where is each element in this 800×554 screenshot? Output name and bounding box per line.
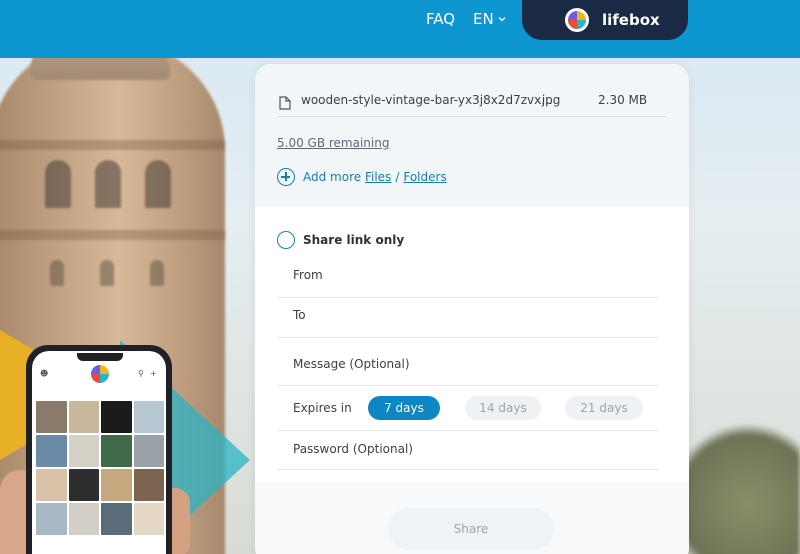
file-name: wooden-style-vintage-bar-yx3j8x2d7zvx... [301, 93, 553, 107]
decor-tree [670, 420, 800, 554]
photo-thumb [101, 503, 132, 535]
add-separator: / [395, 170, 400, 184]
language-selector[interactable]: EN [473, 10, 507, 28]
share-link-only-option[interactable]: Share link only [277, 231, 404, 249]
file-extension: .jpg [538, 93, 561, 107]
faq-link[interactable]: FAQ [426, 10, 455, 28]
password-label: Password (Optional) [293, 442, 413, 456]
phone-screen: ☻ ⚲ + [32, 351, 166, 554]
message-field[interactable]: Message (Optional) [277, 340, 659, 386]
phone-plus-icon: + [150, 369, 157, 378]
lifebox-logo-mark [568, 11, 586, 29]
upload-panel: wooden-style-vintage-bar-yx3j8x2d7zvx...… [255, 64, 689, 207]
chevron-down-icon [498, 17, 506, 22]
tower-window [50, 260, 64, 286]
add-files-link[interactable]: Files [365, 170, 391, 184]
storage-remaining-link[interactable]: 5.00 GB remaining [277, 136, 389, 150]
photo-thumb [36, 503, 67, 535]
share-card: wooden-style-vintage-bar-yx3j8x2d7zvx...… [255, 64, 689, 554]
photo-thumb [68, 469, 99, 501]
expires-label: Expires in [293, 401, 352, 415]
phone-photo-grid [36, 401, 164, 535]
photo-thumb [36, 435, 67, 467]
top-header: FAQ EN lifebox [0, 0, 800, 58]
phone-search-icon: ⚲ [138, 369, 144, 378]
to-field[interactable]: To [277, 300, 659, 338]
phone-user-icon: ☻ [40, 369, 49, 378]
photo-thumb [101, 435, 132, 467]
tower-arch [45, 160, 71, 208]
add-folders-link[interactable]: Folders [403, 170, 446, 184]
photo-thumb [133, 435, 164, 467]
brand-badge[interactable]: lifebox [522, 0, 688, 40]
photo-thumb [101, 401, 132, 433]
photo-thumb [133, 469, 164, 501]
photo-thumb [36, 401, 67, 433]
add-more-row: Add more Files / Folders [277, 168, 447, 186]
photo-thumb [68, 435, 99, 467]
phone-logo-icon [91, 365, 109, 383]
expires-row: Expires in 7 days 14 days 21 days [277, 387, 659, 431]
tower-arch [145, 160, 171, 208]
photo-thumb [101, 469, 132, 501]
language-label: EN [473, 10, 494, 28]
radio-unchecked-icon[interactable] [277, 231, 295, 249]
expire-option-21-days[interactable]: 21 days [565, 396, 643, 420]
divider [277, 116, 667, 117]
photo-thumb [36, 469, 67, 501]
photo-thumb [133, 401, 164, 433]
share-link-only-label: Share link only [303, 233, 405, 247]
message-label: Message (Optional) [293, 357, 410, 371]
photo-thumb [68, 503, 99, 535]
file-icon [279, 96, 291, 110]
from-label: From [293, 268, 323, 282]
password-field[interactable]: Password (Optional) [277, 432, 659, 470]
phone-mockup: ☻ ⚲ + [26, 345, 172, 554]
photo-thumb [68, 401, 99, 433]
plus-circle-icon[interactable] [277, 168, 295, 186]
expire-option-14-days[interactable]: 14 days [465, 396, 541, 420]
phone-notch [77, 353, 123, 361]
tower-ring [0, 230, 225, 240]
tower-arch [95, 160, 121, 208]
share-button[interactable]: Share [388, 508, 554, 550]
file-row: wooden-style-vintage-bar-yx3j8x2d7zvx...… [277, 91, 665, 115]
tower-ring [0, 140, 225, 150]
tower-window [100, 260, 114, 286]
add-more-label: Add more [303, 170, 362, 184]
file-size: 2.30 MB [598, 93, 648, 107]
tower-window [150, 260, 164, 286]
lifebox-logo-icon [565, 8, 589, 32]
expire-option-7-days[interactable]: 7 days [368, 396, 440, 420]
brand-name: lifebox [602, 11, 660, 29]
from-field[interactable]: From [277, 260, 659, 298]
photo-thumb [133, 503, 164, 535]
to-label: To [293, 308, 306, 322]
